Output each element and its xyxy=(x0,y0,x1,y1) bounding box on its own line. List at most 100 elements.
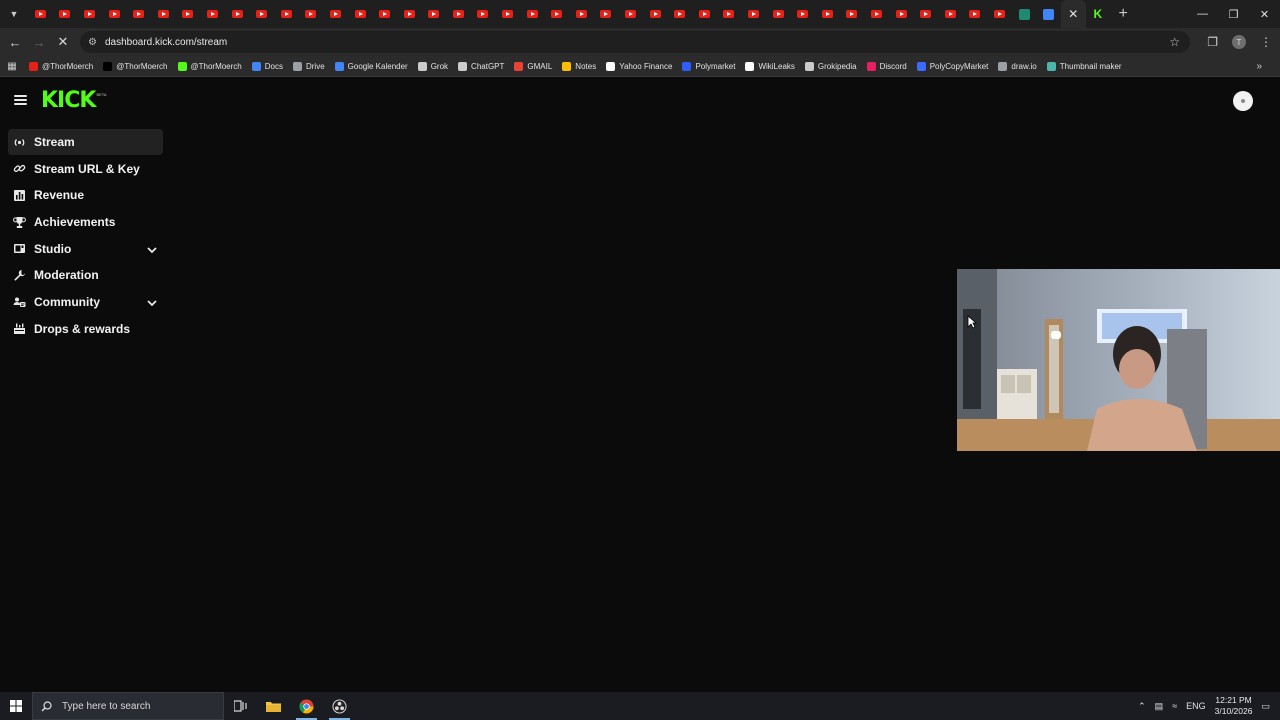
browser-tab[interactable] xyxy=(200,0,225,28)
task-view-button[interactable] xyxy=(224,692,257,720)
bookmark-item[interactable]: Docs xyxy=(247,61,288,71)
browser-tab[interactable] xyxy=(815,0,840,28)
extensions-icon[interactable]: ❐ xyxy=(1207,35,1218,49)
clock[interactable]: 12:21 PM 3/10/2026 xyxy=(1215,695,1253,717)
browser-tab[interactable] xyxy=(667,0,692,28)
sidebar-item-studio[interactable]: Studio xyxy=(8,236,163,262)
user-avatar[interactable] xyxy=(1233,91,1253,111)
close-window-button[interactable]: ✕ xyxy=(1249,0,1280,28)
browser-tab[interactable] xyxy=(864,0,889,28)
sidebar-item-stream-url-key[interactable]: Stream URL & Key xyxy=(8,156,163,182)
bookmark-item[interactable]: GMAIL xyxy=(509,61,557,71)
browser-tab[interactable] xyxy=(913,0,938,28)
browser-tab[interactable] xyxy=(471,0,496,28)
bookmark-item[interactable]: Polymarket xyxy=(677,61,740,71)
browser-tab[interactable] xyxy=(151,0,176,28)
bookmark-item[interactable]: Google Kalender xyxy=(330,61,413,71)
menu-toggle-icon[interactable] xyxy=(14,95,27,105)
sidebar-item-revenue[interactable]: Revenue xyxy=(8,182,163,208)
browser-tab[interactable] xyxy=(1012,0,1037,28)
active-tab[interactable]: ✕ xyxy=(1060,0,1086,28)
browser-tab[interactable] xyxy=(323,0,348,28)
apps-grid-icon[interactable]: ▦ xyxy=(0,61,24,72)
notifications-icon[interactable]: ▭ xyxy=(1261,701,1270,712)
bookmark-item[interactable]: Notes xyxy=(557,61,601,71)
taskbar-search-box[interactable]: Type here to search xyxy=(32,692,224,720)
bookmark-item[interactable]: draw.io xyxy=(993,61,1041,71)
browser-tab[interactable] xyxy=(692,0,717,28)
new-tab-button[interactable]: + xyxy=(1110,5,1136,23)
bookmark-item[interactable]: Discord xyxy=(862,61,912,71)
bookmark-star-icon[interactable]: ☆ xyxy=(1169,35,1180,49)
browser-tab[interactable] xyxy=(77,0,102,28)
browser-tab[interactable] xyxy=(397,0,422,28)
sidebar-item-achievements[interactable]: Achievements xyxy=(8,209,163,235)
browser-tab[interactable] xyxy=(544,0,569,28)
language-indicator[interactable]: ENG xyxy=(1186,701,1206,711)
browser-tab[interactable] xyxy=(766,0,791,28)
browser-tab[interactable] xyxy=(53,0,78,28)
browser-tab[interactable] xyxy=(422,0,447,28)
browser-tab[interactable] xyxy=(274,0,299,28)
browser-tab[interactable] xyxy=(987,0,1012,28)
file-explorer-button[interactable] xyxy=(257,692,290,720)
restore-button[interactable]: ❐ xyxy=(1218,0,1249,28)
chevron-up-icon[interactable]: ⌃ xyxy=(1138,701,1146,712)
wifi-icon[interactable]: ≈ xyxy=(1172,701,1177,711)
browser-tab[interactable] xyxy=(28,0,53,28)
bookmark-item[interactable]: PolyCopyMarket xyxy=(912,61,994,71)
minimize-button[interactable]: — xyxy=(1187,0,1218,28)
network-adapter-icon[interactable]: ▤ xyxy=(1155,701,1164,712)
browser-tab[interactable] xyxy=(790,0,815,28)
bookmark-item[interactable]: @ThorMoerch xyxy=(173,61,247,71)
browser-tab[interactable] xyxy=(741,0,766,28)
bookmark-item[interactable]: @ThorMoerch xyxy=(24,61,98,71)
bookmark-item[interactable]: Yahoo Finance xyxy=(601,61,677,71)
sidebar-item-community[interactable]: Community xyxy=(8,289,163,315)
bookmark-item[interactable]: Grok xyxy=(413,61,453,71)
kick-logo[interactable]: KICK BETA xyxy=(41,90,107,112)
chrome-taskbar-button[interactable] xyxy=(290,692,323,720)
bookmark-item[interactable]: ChatGPT xyxy=(453,61,509,71)
site-info-icon[interactable]: ⚙ xyxy=(88,37,97,48)
bookmark-item[interactable]: @ThorMoerch xyxy=(98,61,172,71)
forward-button[interactable]: → xyxy=(27,30,51,54)
browser-tab[interactable] xyxy=(717,0,742,28)
browser-tab[interactable] xyxy=(299,0,324,28)
browser-tab[interactable] xyxy=(249,0,274,28)
browser-tab[interactable] xyxy=(372,0,397,28)
profile-avatar[interactable]: T xyxy=(1232,35,1246,49)
browser-tab[interactable] xyxy=(643,0,668,28)
browser-tab[interactable] xyxy=(594,0,619,28)
browser-tab[interactable] xyxy=(176,0,201,28)
browser-tab[interactable] xyxy=(520,0,545,28)
bookmark-item[interactable]: Drive xyxy=(288,61,330,71)
browser-menu-icon[interactable]: ⋮ xyxy=(1260,35,1272,49)
close-tab-icon[interactable]: ✕ xyxy=(1068,7,1078,21)
browser-tab[interactable] xyxy=(225,0,250,28)
address-bar[interactable]: ⚙ dashboard.kick.com/stream ☆ xyxy=(80,31,1190,53)
browser-tab[interactable] xyxy=(618,0,643,28)
back-button[interactable]: ← xyxy=(3,30,27,54)
browser-tab[interactable] xyxy=(495,0,520,28)
browser-tab[interactable] xyxy=(348,0,373,28)
browser-tab[interactable] xyxy=(126,0,151,28)
start-button[interactable] xyxy=(0,692,32,720)
browser-tab[interactable] xyxy=(102,0,127,28)
sidebar-item-stream[interactable]: Stream xyxy=(8,129,163,155)
bookmark-item[interactable]: Grokipedia xyxy=(800,61,862,71)
tab-search-chevron-icon[interactable]: ▼ xyxy=(0,0,28,28)
browser-tab[interactable] xyxy=(938,0,963,28)
browser-tab[interactable] xyxy=(569,0,594,28)
sidebar-item-drops-rewards[interactable]: Drops & rewards xyxy=(8,316,163,342)
stop-loading-button[interactable]: ✕ xyxy=(51,30,75,54)
recording-app-taskbar-button[interactable] xyxy=(323,692,356,720)
more-bookmarks-icon[interactable]: » xyxy=(1256,61,1262,72)
browser-tab[interactable] xyxy=(446,0,471,28)
browser-tab[interactable] xyxy=(889,0,914,28)
browser-tab[interactable] xyxy=(840,0,865,28)
sidebar-item-moderation[interactable]: Moderation xyxy=(8,262,163,288)
browser-tab[interactable]: K xyxy=(1086,0,1111,28)
browser-tab[interactable] xyxy=(963,0,988,28)
bookmark-item[interactable]: Thumbnail maker xyxy=(1042,61,1127,71)
